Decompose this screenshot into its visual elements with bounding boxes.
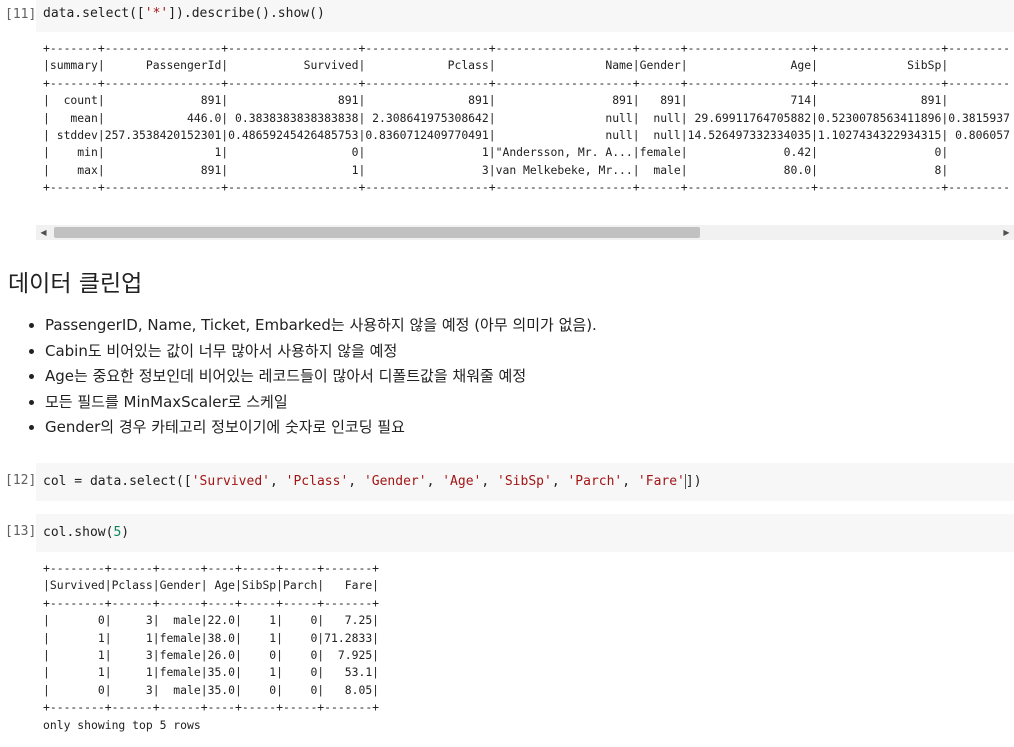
execution-count: [11]	[5, 7, 37, 22]
list-item: 모든 필드를 MinMaxScaler로 스케일	[45, 390, 597, 416]
execution-count: [12]	[5, 473, 37, 488]
describe-table: +-------+-----------------+-------------…	[36, 40, 1014, 197]
code-editor[interactable]: col = data.select(['Survived', 'Pclass',…	[36, 463, 1014, 501]
output-line: | min| 1| 0| 1|"Andersson, Mr. A...|fema…	[43, 145, 1010, 160]
markdown-heading: 데이터 클린업	[8, 271, 143, 297]
cell-output-show: +--------+------+------+----+-----+-----…	[36, 560, 1014, 747]
cell-output-describe: +-------+-----------------+-------------…	[36, 40, 1014, 200]
output-line: +--------+------+------+----+-----+-----…	[43, 700, 380, 715]
code-editor[interactable]: col.show(5)	[36, 514, 1014, 552]
output-line: +--------+------+------+----+-----+-----…	[43, 595, 380, 610]
output-line: | 0| 3| male|35.0| 0| 0| 8.05|	[43, 682, 380, 697]
output-line: | 0| 3| male|22.0| 1| 0| 7.25|	[43, 613, 380, 628]
scroll-thumb[interactable]	[54, 227, 700, 238]
output-line: |summary| PassengerId| Survived| Pclass|…	[43, 58, 1010, 73]
horizontal-scrollbar[interactable]: ◀ ▶	[36, 225, 1014, 240]
show-table: +--------+------+------+----+-----+-----…	[36, 560, 1014, 734]
output-line: only showing top 5 rows	[43, 717, 201, 732]
output-line: | stddev|257.3538420152301|0.48659245426…	[43, 128, 1010, 143]
output-line: | 1| 3|female|26.0| 0| 0| 7.925|	[43, 648, 380, 663]
list-item: PassengerID, Name, Ticket, Embarked는 사용하…	[45, 313, 597, 339]
output-line: |Survived|Pclass|Gender| Age|SibSp|Parch…	[43, 578, 380, 593]
list-item: Gender의 경우 카테고리 정보이기에 숫자로 인코딩 필요	[45, 415, 597, 441]
execution-count: [13]	[5, 524, 37, 539]
output-line: | 1| 1|female|35.0| 1| 0| 53.1|	[43, 665, 380, 680]
output-line: | count| 891| 891| 891| 891| 891| 714| 8…	[43, 93, 1010, 108]
output-line: | mean| 446.0| 0.3838383838383838| 2.308…	[43, 110, 1010, 125]
scroll-right-icon[interactable]: ▶	[999, 225, 1014, 240]
output-line: +-------+-----------------+-------------…	[43, 41, 1010, 55]
code-editor[interactable]: data.select(['*']).describe().show()	[36, 0, 1014, 32]
markdown-list: PassengerID, Name, Ticket, Embarked는 사용하…	[0, 313, 597, 441]
list-item: Cabin도 비어있는 값이 너무 많아서 사용하지 않을 예정	[45, 339, 597, 365]
scroll-left-icon[interactable]: ◀	[36, 225, 51, 240]
output-line: | 1| 1|female|38.0| 1| 0|71.2833|	[43, 630, 380, 645]
output-line: +--------+------+------+----+-----+-----…	[43, 561, 380, 575]
output-line: +-------+-----------------+-------------…	[43, 75, 1010, 90]
output-line: | max| 891| 1| 3|van Melkebeke, Mr...| m…	[43, 162, 1010, 177]
list-item: Age는 중요한 정보인데 비어있는 레코드들이 많아서 디폴트값을 채워줄 예…	[45, 364, 597, 390]
output-line: +-------+-----------------+-------------…	[43, 180, 1010, 195]
